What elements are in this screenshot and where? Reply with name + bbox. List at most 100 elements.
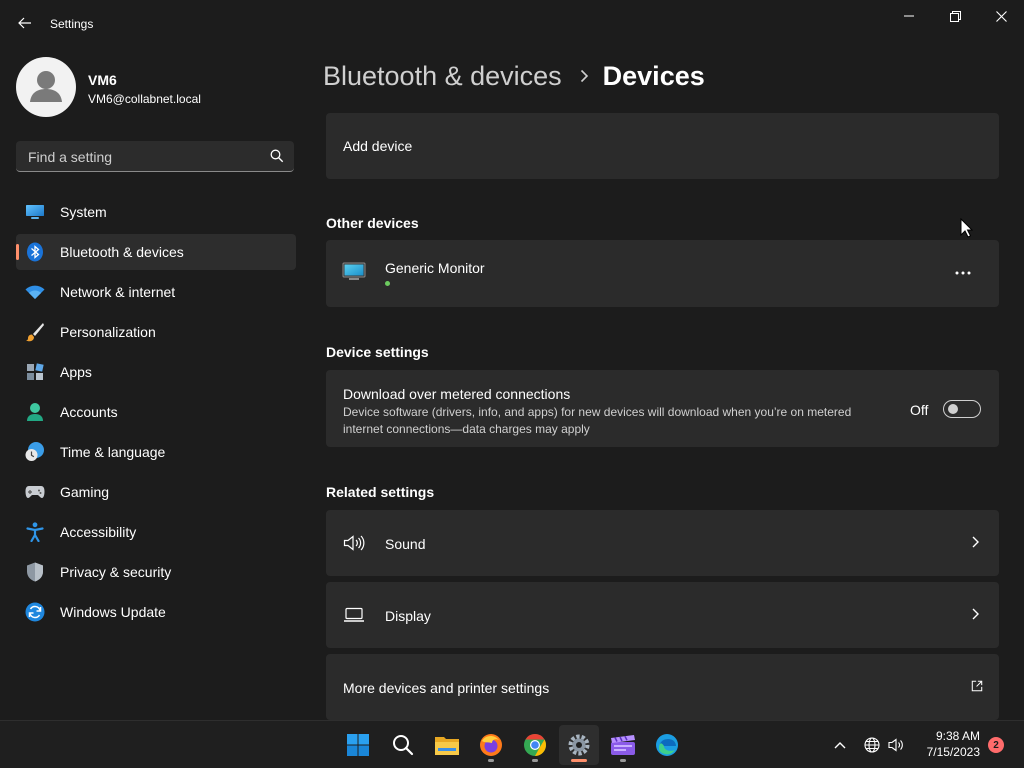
more-devices-printer-settings-link[interactable]: More devices and printer settings: [326, 654, 999, 720]
wifi-icon: [25, 282, 45, 302]
apps-icon: [25, 362, 45, 382]
clock-date: 7/15/2023: [926, 745, 980, 759]
device-name: Generic Monitor: [385, 260, 485, 276]
volume-button[interactable]: [886, 735, 906, 755]
user-profile[interactable]: VM6 VM6@collabnet.local: [16, 57, 306, 117]
chevron-right-icon: [969, 606, 981, 622]
shield-icon: [25, 562, 45, 582]
title-bar: Settings: [0, 0, 1024, 48]
back-arrow-icon: [18, 17, 31, 29]
sidebar-item-gaming[interactable]: Gaming: [16, 474, 296, 510]
running-indicator: [620, 759, 626, 762]
windows-start-icon: [347, 734, 369, 756]
chevron-up-icon: [834, 742, 846, 749]
sound-label: Sound: [385, 536, 426, 552]
speaker-icon: [888, 738, 903, 752]
maximize-button[interactable]: [932, 0, 978, 32]
mouse-pointer-icon: [960, 218, 973, 238]
sidebar-item-personalization[interactable]: Personalization: [16, 314, 296, 350]
sidebar-item-label: Apps: [60, 364, 92, 380]
close-button[interactable]: [978, 0, 1024, 32]
user-avatar-icon: [30, 71, 62, 102]
taskbar-chrome[interactable]: [515, 725, 555, 765]
clapperboard-icon: [611, 735, 635, 755]
sound-settings-link[interactable]: Sound: [326, 510, 999, 576]
show-hidden-icons-button[interactable]: [830, 735, 850, 755]
taskbar-start-button[interactable]: [338, 725, 378, 765]
minimize-icon: [904, 15, 914, 17]
sidebar-item-network-internet[interactable]: Network & internet: [16, 274, 296, 310]
system-icon: [25, 202, 45, 222]
running-indicator: [571, 759, 587, 762]
user-email: VM6@collabnet.local: [88, 92, 201, 106]
sidebar-item-accounts[interactable]: Accounts: [16, 394, 296, 430]
taskbar-clock[interactable]: 9:38 AM 7/15/2023: [910, 728, 980, 760]
maximize-icon: [949, 10, 961, 22]
metered-setting-title: Download over metered connections: [343, 386, 571, 402]
page-title: Devices: [602, 60, 705, 91]
settings-icon: [568, 734, 590, 756]
sidebar-item-label: System: [60, 204, 107, 220]
add-device-card[interactable]: Add device: [326, 113, 999, 179]
running-indicator: [532, 759, 538, 762]
search-icon[interactable]: [270, 149, 284, 163]
status-connected-dot: [385, 281, 390, 286]
sidebar-item-time-language[interactable]: Time & language: [16, 434, 296, 470]
search-box[interactable]: [16, 141, 294, 173]
metered-connections-card: Download over metered connections Device…: [326, 370, 999, 447]
sidebar-item-label: Accounts: [60, 404, 118, 420]
sidebar-item-label: Accessibility: [60, 524, 137, 540]
avatar: [16, 57, 76, 117]
file-explorer-icon: [435, 737, 459, 755]
taskbar-settings[interactable]: [559, 725, 599, 765]
minimize-button[interactable]: [886, 0, 932, 32]
sidebar-item-label: Bluetooth & devices: [60, 244, 184, 260]
notification-badge[interactable]: 2: [988, 737, 1004, 753]
display-settings-link[interactable]: Display: [326, 582, 999, 648]
gamepad-icon: [25, 482, 45, 502]
monitor-icon: [342, 262, 366, 280]
sidebar-item-label: Windows Update: [60, 604, 166, 620]
taskbar-clipchamp[interactable]: [603, 725, 643, 765]
sidebar-item-bluetooth-devices[interactable]: Bluetooth & devices: [16, 234, 296, 270]
sidebar-item-label: Time & language: [60, 444, 166, 460]
taskbar: 9:38 AM 7/15/2023 2: [0, 720, 1024, 768]
app-title: Settings: [50, 17, 94, 31]
edge-icon: [656, 734, 678, 756]
sidebar-item-accessibility[interactable]: Accessibility: [16, 514, 296, 550]
display-label: Display: [385, 608, 431, 624]
sidebar-item-system[interactable]: System: [16, 194, 296, 230]
bluetooth-icon: [25, 242, 45, 262]
back-button[interactable]: [12, 10, 38, 36]
close-icon: [995, 10, 1007, 22]
network-status-button[interactable]: [862, 735, 882, 755]
other-devices-heading: Other devices: [326, 215, 419, 231]
user-name: VM6: [88, 72, 117, 88]
taskbar-firefox[interactable]: [471, 725, 511, 765]
accounts-icon: [25, 402, 45, 422]
metered-connections-toggle[interactable]: [943, 400, 981, 418]
chevron-right-icon: [969, 534, 981, 550]
clock-globe-icon: [25, 442, 45, 462]
sidebar-item-windows-update[interactable]: Windows Update: [16, 594, 296, 630]
taskbar-search-button[interactable]: [383, 725, 423, 765]
sidebar-item-privacy-security[interactable]: Privacy & security: [16, 554, 296, 590]
taskbar-edge[interactable]: [647, 725, 687, 765]
breadcrumb-parent-link[interactable]: Bluetooth & devices: [323, 61, 562, 92]
more-devices-label: More devices and printer settings: [343, 680, 550, 696]
device-card-generic-monitor[interactable]: Generic Monitor: [326, 240, 999, 307]
search-icon: [393, 735, 414, 756]
taskbar-file-explorer[interactable]: [427, 725, 467, 765]
device-more-options-button[interactable]: [947, 260, 979, 286]
sidebar-item-label: Personalization: [60, 324, 156, 340]
speaker-icon: [343, 532, 365, 554]
search-input[interactable]: [26, 141, 260, 173]
device-settings-heading: Device settings: [326, 344, 429, 360]
sidebar-item-apps[interactable]: Apps: [16, 354, 296, 390]
add-device-label: Add device: [343, 138, 413, 154]
sidebar-item-label: Gaming: [60, 484, 110, 500]
toggle-state-label: Off: [910, 402, 929, 418]
metered-setting-description: Device software (drivers, info, and apps…: [343, 405, 852, 436]
brush-icon: [25, 322, 45, 342]
globe-network-icon: [864, 737, 880, 753]
